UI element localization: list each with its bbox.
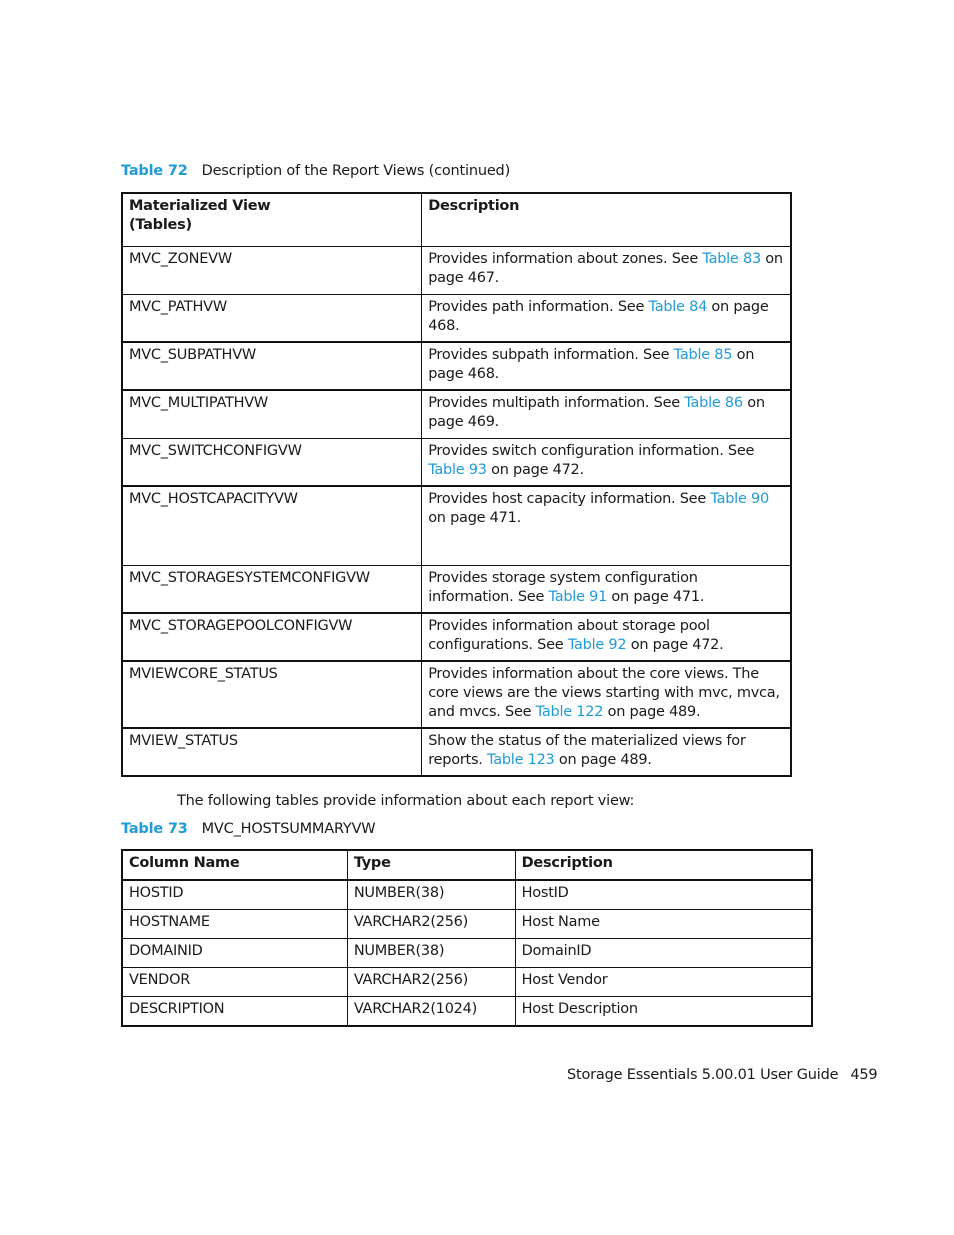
table-72-caption: Table 72 Description of the Report Views … [121, 163, 510, 179]
view-name-cell: MVC_ZONEVW [121, 246, 423, 294]
description-cell: Provides information about storage pool … [421, 613, 792, 661]
page-reference-text: on page 472. [626, 637, 724, 653]
table-reference-link[interactable]: Table 86 [684, 395, 743, 411]
page-reference-text: on page 489. [603, 704, 701, 720]
type-cell: VARCHAR2(256) [346, 909, 516, 939]
page-reference-text: on page 472. [486, 461, 584, 478]
description-text: Provides host capacity information. See [428, 491, 711, 507]
description-cell: Host Vendor [514, 967, 813, 997]
view-name-cell: MVIEW_STATUS [121, 728, 423, 776]
table-row: MVC_SUBPATHVW Provides subpath informatio… [121, 342, 792, 390]
view-name-cell: MVC_SUBPATHVW [121, 342, 423, 390]
table-73-title: MVC_HOSTSUMMARYVW [201, 821, 376, 837]
description-text: Provides information about zones. See [428, 250, 703, 267]
column-name-cell: DOMAINID [121, 938, 348, 968]
table-73-caption: Table 73 MVC_HOSTSUMMARYVW [121, 821, 376, 837]
host-summary-table: Column Name Type Description HOSTID NUMBE… [121, 849, 813, 1027]
table-reference-link[interactable]: Table 91 [549, 589, 608, 605]
column-name-cell: HOSTNAME [121, 909, 348, 939]
view-name-cell: MVC_HOSTCAPACITYVW [121, 486, 423, 565]
table-72-title: Description of the Report Views (continu… [201, 163, 511, 179]
description-text: Provides path information. See [428, 298, 649, 315]
description-cell: Provides storage system configuration in… [421, 565, 792, 613]
table-reference-link[interactable]: Table 92 [568, 637, 627, 653]
description-cell: Provides switch configuration informatio… [421, 438, 792, 486]
table-header-row: Materialized View (Tables) Description [121, 193, 792, 246]
description-cell: Host Name [514, 909, 813, 939]
table-row: HOSTID NUMBER(38) HostID [121, 879, 813, 910]
table-row: MVC_HOSTCAPACITYVW Provides host capacity… [121, 486, 792, 565]
header-description: Description [514, 849, 813, 881]
table-row: DESCRIPTION VARCHAR2(1024) Host Descriptio… [121, 996, 813, 1027]
table-row: MVC_MULTIPATHVW Provides multipath inform… [121, 390, 792, 438]
description-cell: Provides path information. See Table 84 … [421, 294, 792, 342]
view-name-cell: MVIEWCORE_STATUS [121, 661, 423, 728]
type-cell: NUMBER(38) [346, 938, 516, 968]
page-reference-text: on page 471. [607, 588, 705, 605]
footer-title: Storage Essentials 5.00.01 User Guide [567, 1067, 839, 1083]
description-cell: Show the status of the materialized view… [421, 728, 792, 776]
table-73-number: Table 73 [121, 821, 188, 837]
view-name-cell: MVC_SWITCHCONFIGVW [121, 438, 423, 486]
table-header-row: Column Name Type Description [121, 849, 813, 881]
table-reference-link[interactable]: Table 90 [710, 491, 769, 507]
view-name-cell: MVC_STORAGEPOOLCONFIGVW [121, 613, 423, 661]
description-cell: DomainID [514, 938, 813, 968]
type-cell: NUMBER(38) [346, 879, 516, 910]
table-reference-link[interactable]: Table 122 [536, 704, 604, 720]
description-text: Provides multipath information. See [428, 395, 685, 411]
table-row: MVIEW_STATUS Show the status of the mater… [121, 728, 792, 776]
description-text: Provides switch configuration informatio… [428, 442, 755, 459]
page-reference-text: on page 489. [554, 752, 652, 768]
table-row: MVC_STORAGESYSTEMCONFIGVW Provides storag… [121, 565, 792, 613]
column-name-cell: VENDOR [121, 967, 348, 997]
header-column-name: Column Name [121, 849, 348, 881]
description-cell: HostID [514, 879, 813, 910]
table-row: MVC_STORAGEPOOLCONFIGVW Provides informat… [121, 613, 792, 661]
header-type: Type [346, 849, 516, 881]
intro-paragraph: The following tables provide information… [177, 793, 635, 809]
column-name-cell: DESCRIPTION [121, 996, 348, 1027]
table-row: MVC_ZONEVW Provides information about zon… [121, 246, 792, 294]
description-cell: Provides multipath information. See Tabl… [421, 390, 792, 438]
table-row: VENDOR VARCHAR2(256) Host Vendor [121, 967, 813, 997]
header-materialized-view: Materialized View (Tables) [121, 193, 423, 246]
table-row: HOSTNAME VARCHAR2(256) Host Name [121, 909, 813, 939]
table-reference-link[interactable]: Table 123 [487, 752, 555, 768]
view-name-cell: MVC_STORAGESYSTEMCONFIGVW [121, 565, 423, 613]
table-row: MVC_PATHVW Provides path information. See… [121, 294, 792, 342]
column-name-cell: HOSTID [121, 879, 348, 910]
description-cell: Provides information about zones. See Ta… [421, 246, 792, 294]
table-72-number: Table 72 [121, 163, 188, 179]
description-cell: Host Description [514, 996, 813, 1027]
view-name-cell: MVC_PATHVW [121, 294, 423, 342]
header-description: Description [421, 193, 792, 246]
page-footer: Storage Essentials 5.00.01 User Guide 459 [567, 1067, 878, 1083]
type-cell: VARCHAR2(1024) [346, 996, 516, 1027]
description-text: Provides subpath information. See [428, 347, 674, 363]
page-number: 459 [850, 1067, 878, 1083]
view-name-cell: MVC_MULTIPATHVW [121, 390, 423, 438]
page-reference-text: on page 471. [428, 510, 521, 526]
description-cell: Provides host capacity information. See … [421, 486, 792, 565]
type-cell: VARCHAR2(256) [346, 967, 516, 997]
description-cell: Provides information about the core view… [421, 661, 792, 728]
table-reference-link[interactable]: Table 83 [702, 251, 761, 267]
table-reference-link[interactable]: Table 84 [648, 299, 707, 315]
description-cell: Provides subpath information. See Table … [421, 342, 792, 390]
report-views-table: Materialized View (Tables) Description MV… [121, 192, 792, 777]
table-reference-link[interactable]: Table 85 [674, 347, 733, 363]
table-reference-link[interactable]: Table 93 [428, 462, 487, 478]
table-row: MVIEWCORE_STATUS Provides information abo… [121, 661, 792, 728]
table-row: MVC_SWITCHCONFIGVW Provides switch config… [121, 438, 792, 486]
table-row: DOMAINID NUMBER(38) DomainID [121, 938, 813, 968]
